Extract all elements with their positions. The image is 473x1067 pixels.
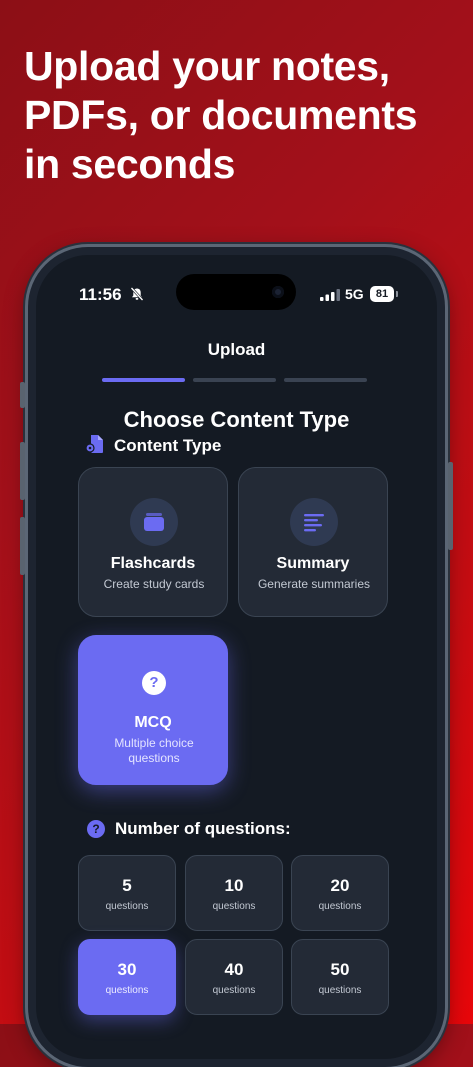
progress-step-2 [193,378,276,382]
question-count-unit: questions [212,901,256,912]
battery-tip [396,291,398,297]
question-count-value: 10 [224,876,244,895]
step-progress [102,378,367,382]
front-camera-icon [272,286,284,298]
text-lines-icon [304,514,324,532]
question-count-50[interactable]: 50 questions [291,939,389,1015]
status-time: 11:56 [79,285,122,304]
document-gear-icon [85,435,103,453]
question-count-30[interactable]: 30 questions [78,939,176,1015]
silent-bell-icon [130,287,144,301]
phone-volume-down-button [20,517,25,575]
promo-headline: Upload your notes, PDFs, or documents in… [24,43,418,187]
number-of-questions-label: Number of questions: [115,819,291,838]
status-bar: 11:56 5G 81 [36,255,437,315]
question-count-unit: questions [105,901,149,912]
question-count-value: 5 [122,876,132,895]
mcq-title: MCQ [134,714,172,731]
flashcards-icon-circle [130,498,178,546]
phone-frame: 11:56 5G 81 Upload Choose Content Type C… [20,247,453,1067]
question-count-40[interactable]: 40 questions [185,939,283,1015]
section-title: Choose Content Type [123,407,350,432]
question-count-unit: questions [318,985,362,996]
question-count-unit: questions [105,985,149,996]
phone-power-button [448,462,453,550]
progress-step-3 [284,378,367,382]
question-count-value: 50 [330,960,350,979]
app-screen: 11:56 5G 81 Upload Choose Content Type C… [36,255,437,1059]
content-type-summary-card[interactable]: Summary Generate summaries [238,467,388,617]
cards-stack-icon [144,513,164,531]
question-count-value: 20 [330,876,350,895]
question-count-value: 30 [117,960,137,979]
network-type: 5G [345,286,364,302]
battery-icon: 81 [370,286,394,302]
flashcards-subtitle: Create study cards [103,577,205,591]
nav-title: Upload [207,340,266,359]
dynamic-island [176,274,296,310]
summary-icon-circle [290,498,338,546]
question-mark-icon: ? [87,820,105,838]
summary-subtitle: Generate summaries [257,577,371,591]
phone-action-button [20,382,25,408]
mcq-subtitle: Multiple choice questions [114,736,194,765]
content-type-flashcards-card[interactable]: Flashcards Create study cards [78,467,228,617]
question-count-10[interactable]: 10 questions [185,855,283,931]
cellular-signal-icon [320,289,340,301]
content-type-mcq-card[interactable]: ? MCQ Multiple choice questions [78,635,228,785]
question-circle-icon: ? [142,671,166,695]
question-count-5[interactable]: 5 questions [78,855,176,931]
question-count-unit: questions [318,901,362,912]
question-count-value: 40 [224,960,244,979]
question-count-unit: questions [212,985,256,996]
content-type-label: Content Type [114,436,222,455]
progress-step-1 [102,378,185,382]
summary-title: Summary [276,555,350,572]
phone-volume-up-button [20,442,25,500]
flashcards-title: Flashcards [110,555,196,572]
question-count-20[interactable]: 20 questions [291,855,389,931]
